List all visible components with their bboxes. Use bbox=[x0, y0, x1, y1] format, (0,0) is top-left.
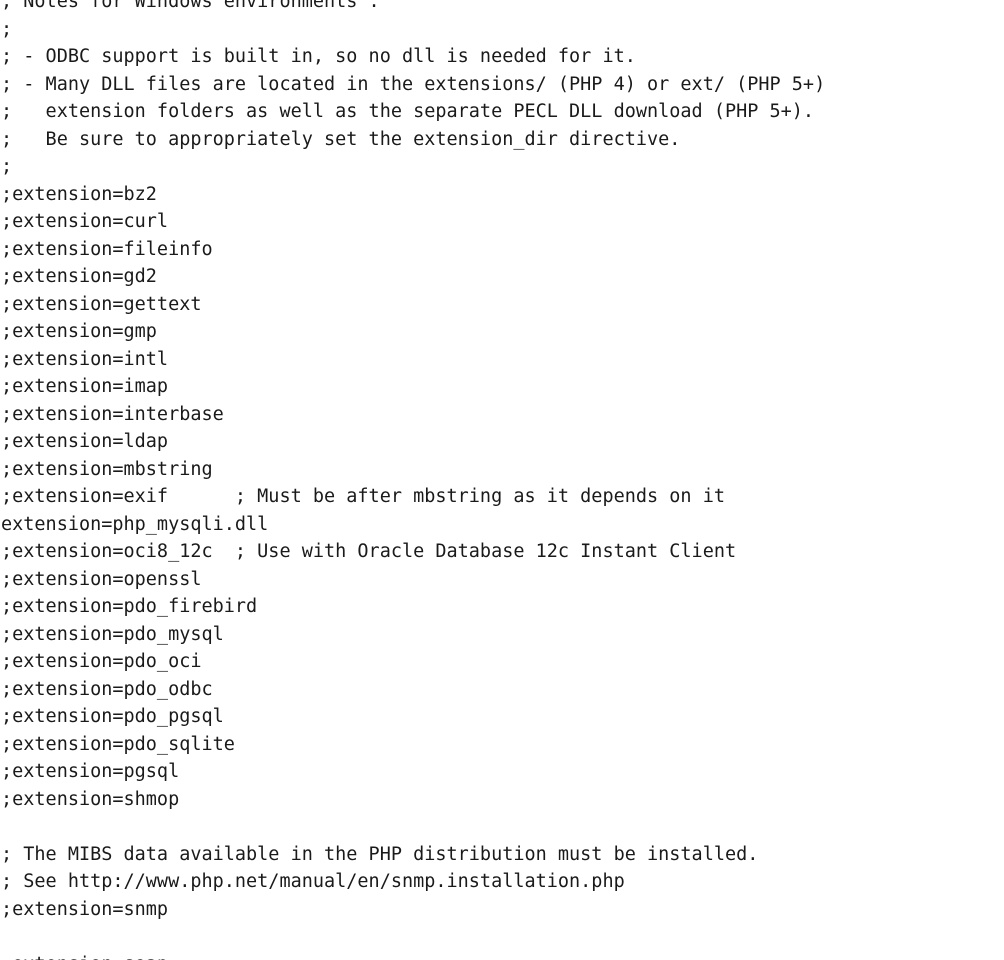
code-line: ;extension=curl bbox=[1, 211, 169, 232]
code-line: ;extension=pdo_firebird bbox=[1, 596, 258, 617]
code-line: ;extension=gd2 bbox=[1, 266, 157, 287]
code-line: ;extension=pdo_sqlite bbox=[1, 733, 235, 755]
text-file-viewer[interactable]: ; Notes for Windows environments :; ; - O… bbox=[0, 0, 1004, 960]
code-line: ;extension=gmp bbox=[1, 321, 157, 342]
code-line: ;extension=pgsql bbox=[1, 761, 180, 782]
code-line: ;extension=snmp bbox=[1, 898, 169, 920]
code-line: ; Notes for Windows environments : bbox=[1, 0, 380, 12]
code-line: ; See http://www.php.net/manual/en/snmp.… bbox=[1, 871, 625, 892]
code-line: ;extension=intl bbox=[1, 348, 169, 370]
code-line: extension=php_mysqli.dll bbox=[1, 513, 269, 535]
code-line: ;extension=ldap bbox=[1, 431, 169, 452]
code-line: ; Be sure to appropriately set the exten… bbox=[1, 128, 681, 150]
code-line-list[interactable]: ; Notes for Windows environments :; ; - O… bbox=[0, 0, 1004, 960]
code-line: ; bbox=[1, 156, 13, 177]
code-line: ;extension=imap bbox=[1, 376, 169, 397]
code-line: ;extension=pdo_mysql bbox=[1, 623, 224, 645]
code-line: ;extension=fileinfo bbox=[1, 238, 213, 260]
code-line: ;extension=shmop bbox=[1, 788, 180, 810]
code-line: ; - Many DLL files are located in the ex… bbox=[1, 73, 826, 95]
code-line: ;extension=exif ; Must be after mbstring… bbox=[1, 486, 725, 507]
code-line: ;extension=bz2 bbox=[1, 183, 157, 205]
code-line: ;extension=pdo_oci bbox=[1, 651, 202, 672]
code-line: ; bbox=[1, 18, 13, 40]
code-line: ;extension=interbase bbox=[1, 403, 224, 425]
code-line: ;extension=oci8_12c ; Use with Oracle Da… bbox=[1, 541, 737, 562]
code-line: ;extension=soap bbox=[0, 951, 1004, 960]
code-line: ; The MIBS data available in the PHP dis… bbox=[1, 843, 759, 865]
code-line: ; extension folders as well as the separ… bbox=[1, 101, 815, 122]
code-line: ; - ODBC support is built in, so no dll … bbox=[1, 46, 636, 67]
code-line: ;extension=pdo_pgsql bbox=[1, 706, 224, 727]
code-line: ;extension=mbstring bbox=[1, 458, 213, 480]
code-line: ;extension=pdo_odbc bbox=[1, 678, 213, 700]
code-line: ;extension=gettext bbox=[1, 293, 202, 315]
code-line: ;extension=openssl bbox=[1, 568, 202, 590]
